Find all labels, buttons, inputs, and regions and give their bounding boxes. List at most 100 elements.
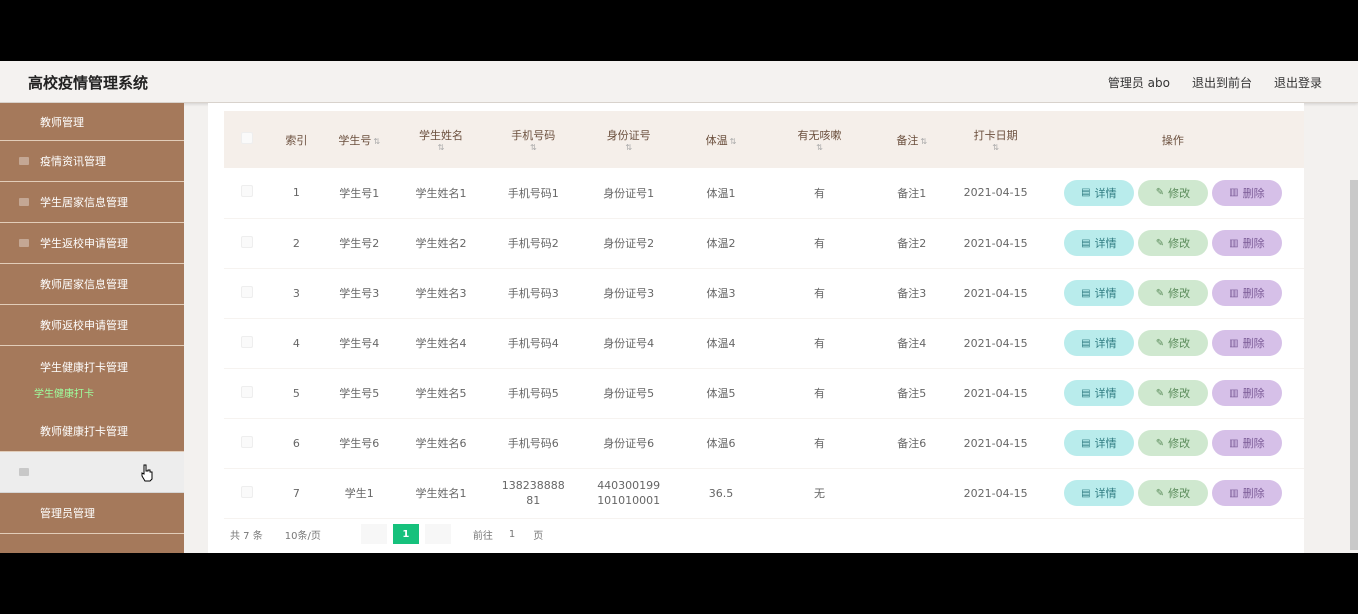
- detail-button[interactable]: ▤ 详情: [1063, 280, 1134, 306]
- row-checkbox[interactable]: [224, 468, 271, 519]
- row-checkbox[interactable]: [224, 368, 271, 419]
- select-all-checkbox[interactable]: [224, 111, 270, 168]
- trash-icon: ▥: [1229, 387, 1239, 399]
- table-header: 索引 学生号 ⇅ 学生姓名 ⇅ 手机号码 ⇅ 身份证号 ⇅ 体温 ⇅ 有无咳嗽 ⇅ 备注 ⇅ …: [224, 111, 1304, 168]
- edit-button[interactable]: ✎ 修改: [1137, 179, 1208, 206]
- sidebar-item-teacher-home[interactable]: 教师居家信息管理: [0, 264, 184, 305]
- cell-idcard: 身份证号4: [580, 318, 677, 369]
- back-to-front-link[interactable]: 退出到前台: [1192, 74, 1252, 91]
- sidebar-subitem-student-checkin[interactable]: 学生健康打卡: [0, 387, 184, 411]
- menu-icon: [19, 157, 29, 165]
- cell-student-name: 学生姓名5: [395, 368, 487, 419]
- page-number-current[interactable]: 1: [392, 524, 419, 544]
- cell-temperature: 体温4: [676, 318, 765, 369]
- edit-button[interactable]: ✎ 修改: [1137, 480, 1208, 506]
- cell-index: 5: [270, 368, 323, 419]
- sidebar-item-student-home[interactable]: 学生居家信息管理: [0, 182, 184, 223]
- sidebar-item-teacher-health[interactable]: 教师健康打卡管理: [0, 411, 184, 452]
- row-checkbox[interactable]: [224, 168, 271, 219]
- col-student-name[interactable]: 学生姓名 ⇅: [396, 111, 486, 168]
- cell-actions: ▤ 详情 ✎ 修改 ▥ 删除: [1041, 168, 1304, 219]
- sidebar-item-student-return[interactable]: 学生返校申请管理: [0, 223, 184, 264]
- delete-button[interactable]: ▥ 删除: [1211, 430, 1282, 456]
- cell-phone: 手机号码4: [486, 318, 581, 369]
- cell-index: 1: [270, 168, 323, 219]
- col-index: 索引: [285, 133, 308, 147]
- cell-idcard: 440300199 101010001: [580, 468, 677, 519]
- next-page-button[interactable]: [424, 524, 451, 544]
- goto-page-input[interactable]: 1: [509, 529, 515, 540]
- cell-student-no: 学生号3: [322, 268, 396, 319]
- sidebar-item-teacher[interactable]: 教师管理: [0, 103, 184, 141]
- delete-button[interactable]: ▥ 删除: [1211, 230, 1282, 256]
- total-count: 共 7 条: [230, 530, 263, 542]
- cell-actions: ▤ 详情 ✎ 修改 ▥ 删除: [1041, 418, 1304, 469]
- cell-cough: 有: [764, 418, 875, 469]
- cell-date: 2021-04-15: [949, 268, 1042, 319]
- app-title: 高校疫情管理系统: [28, 74, 149, 92]
- cell-cough: 无: [764, 468, 875, 519]
- row-checkbox[interactable]: [224, 418, 271, 469]
- edit-button[interactable]: ✎ 修改: [1137, 430, 1208, 456]
- cell-note: 备注4: [874, 318, 950, 369]
- detail-button[interactable]: ▤ 详情: [1063, 380, 1134, 406]
- col-cough[interactable]: 有无咳嗽 ⇅: [765, 111, 874, 168]
- detail-button[interactable]: ▤ 详情: [1063, 430, 1134, 456]
- edit-button[interactable]: ✎ 修改: [1137, 230, 1208, 256]
- current-user[interactable]: 管理员 abo: [1108, 74, 1170, 91]
- col-temperature[interactable]: 体温 ⇅: [677, 111, 765, 168]
- col-student-no[interactable]: 学生号 ⇅: [323, 111, 396, 168]
- delete-button[interactable]: ▥ 删除: [1211, 380, 1282, 406]
- detail-button[interactable]: ▤ 详情: [1063, 230, 1134, 256]
- cell-phone: 138238888 81: [486, 468, 581, 519]
- col-date[interactable]: 打卡日期 ⇅: [950, 111, 1042, 168]
- col-phone[interactable]: 手机号码 ⇅: [486, 111, 580, 168]
- vertical-scrollbar[interactable]: [1350, 180, 1358, 550]
- delete-button[interactable]: ▥ 删除: [1211, 179, 1282, 206]
- cell-cough: 有: [764, 168, 875, 219]
- sidebar-item-admin[interactable]: 管理员管理: [0, 493, 184, 534]
- edit-button[interactable]: ✎ 修改: [1137, 330, 1208, 356]
- pagination: 共 7 条 10条/页 1 前往 1 页: [230, 523, 543, 545]
- logout-link[interactable]: 退出登录: [1274, 74, 1322, 91]
- cell-note: 备注3: [874, 268, 950, 319]
- sidebar-item-hovered[interactable]: [0, 452, 184, 493]
- sidebar-item-news[interactable]: 疫情资讯管理: [0, 141, 184, 182]
- row-checkbox[interactable]: [224, 318, 271, 369]
- table-row: 1 学生号1 学生姓名1 手机号码1 身份证号1 体温1 有备注1 2021-04-15 ▤ 详情…: [224, 168, 1304, 219]
- row-checkbox[interactable]: [224, 268, 271, 319]
- cell-student-no: 学生1: [322, 468, 396, 519]
- menu-icon: [19, 468, 29, 476]
- delete-button[interactable]: ▥ 删除: [1211, 280, 1282, 306]
- edit-button[interactable]: ✎ 修改: [1137, 280, 1208, 306]
- cell-cough: 有: [764, 368, 875, 419]
- sidebar-item-student-health[interactable]: 学生健康打卡管理: [0, 346, 184, 387]
- edit-button[interactable]: ✎ 修改: [1137, 380, 1208, 406]
- delete-button[interactable]: ▥ 删除: [1211, 330, 1282, 356]
- cell-date: 2021-04-15: [949, 218, 1042, 269]
- cell-index: 6: [270, 418, 323, 469]
- detail-button[interactable]: ▤ 详情: [1063, 480, 1134, 506]
- cell-temperature: 体温6: [676, 418, 765, 469]
- cell-note: 备注2: [874, 218, 950, 269]
- cell-temperature: 体温5: [676, 368, 765, 419]
- sidebar: 教师管理 疫情资讯管理 学生居家信息管理 学生返校申请管理 教师居家信息管理 教…: [0, 103, 184, 553]
- delete-button[interactable]: ▥ 删除: [1211, 480, 1282, 506]
- cell-student-name: 学生姓名4: [395, 318, 487, 369]
- detail-button[interactable]: ▤ 详情: [1063, 179, 1134, 206]
- page-size-select[interactable]: 10条/页: [285, 527, 321, 542]
- col-idcard[interactable]: 身份证号 ⇅: [580, 111, 676, 168]
- row-checkbox[interactable]: [224, 218, 271, 269]
- cell-student-no: 学生号6: [322, 418, 396, 469]
- sidebar-item-teacher-return[interactable]: 教师返校申请管理: [0, 305, 184, 346]
- main-content: 索引 学生号 ⇅ 学生姓名 ⇅ 手机号码 ⇅ 身份证号 ⇅ 体温 ⇅ 有无咳嗽 ⇅ 备注 ⇅ …: [208, 103, 1304, 553]
- cell-temperature: 体温1: [676, 168, 765, 219]
- cell-index: 2: [270, 218, 323, 269]
- col-note[interactable]: 备注 ⇅: [874, 111, 949, 168]
- detail-button[interactable]: ▤ 详情: [1063, 330, 1134, 356]
- prev-page-button[interactable]: [360, 524, 387, 544]
- cell-idcard: 身份证号3: [580, 268, 677, 319]
- cell-index: 7: [270, 468, 323, 519]
- cell-student-no: 学生号1: [322, 168, 396, 219]
- cell-student-name: 学生姓名6: [395, 418, 487, 469]
